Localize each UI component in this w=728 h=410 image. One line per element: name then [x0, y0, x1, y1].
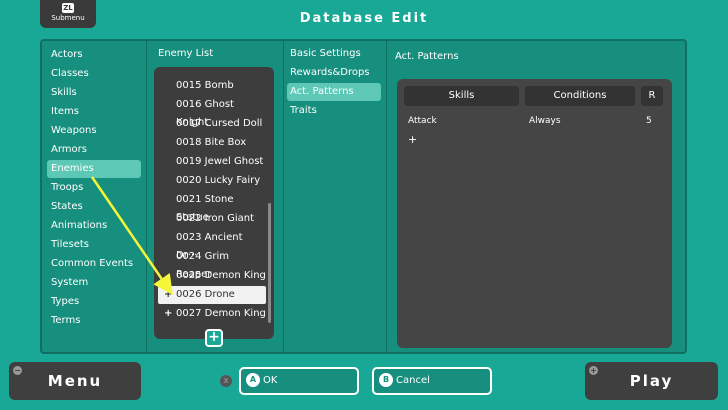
ok-button[interactable]: A OK	[239, 367, 359, 395]
arrow-line	[90, 176, 173, 296]
menu-button[interactable]: − Menu	[9, 362, 141, 400]
play-button[interactable]: + Play	[585, 362, 718, 400]
cancel-label: Cancel	[396, 375, 430, 386]
x-key-icon: X	[220, 375, 232, 387]
plus-key-icon: +	[589, 366, 598, 375]
b-key-icon: B	[379, 373, 393, 387]
minus-key-icon: −	[13, 366, 22, 375]
menu-label: Menu	[47, 372, 103, 390]
a-key-icon: A	[246, 373, 260, 387]
ok-label: OK	[263, 375, 278, 386]
arrow-annotation	[90, 176, 173, 296]
cancel-button[interactable]: B Cancel	[372, 367, 492, 395]
play-label: Play	[629, 372, 674, 390]
